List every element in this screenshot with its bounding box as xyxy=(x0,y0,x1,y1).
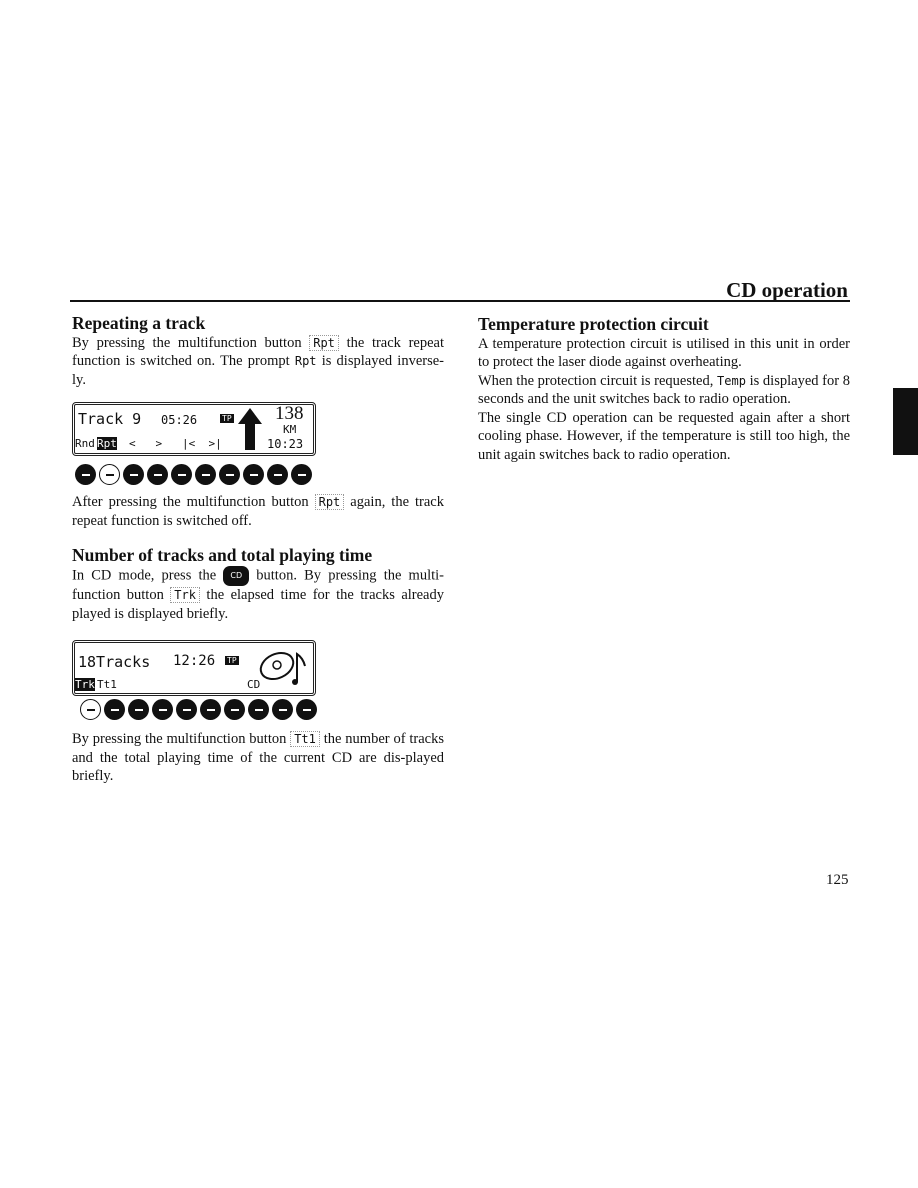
paragraph: After pressing the multifunction button … xyxy=(72,494,444,529)
mf-button-8[interactable] xyxy=(243,464,264,485)
mf-button-3[interactable] xyxy=(128,699,149,720)
left-column: Repeating a track By pressing the multif… xyxy=(72,314,444,389)
heading-repeating-track: Repeating a track xyxy=(72,313,206,333)
mf-button-1[interactable] xyxy=(80,699,101,720)
left-column-2: After pressing the multifunction button … xyxy=(72,493,444,623)
heading-number-of-tracks: Number of tracks and total playing time xyxy=(72,545,373,565)
mf-button-3[interactable] xyxy=(123,464,144,485)
arrow-up-icon xyxy=(238,408,262,450)
paragraph: By pressing the multifunction button Rpt… xyxy=(72,334,445,388)
lcd-display-repeat: Track 9 05:26 TP 138 KM 10:23 Rnd Rpt < … xyxy=(72,402,316,456)
paragraph: By pressing the multifunction button Tt1… xyxy=(72,731,444,784)
cd-button-icon: CD xyxy=(223,565,250,586)
multifunction-buttons xyxy=(75,464,312,485)
cd-music-icon xyxy=(259,651,306,685)
mf-button-2[interactable] xyxy=(104,699,125,720)
rpt-button-ref: Rpt xyxy=(309,334,339,351)
mf-button-4[interactable] xyxy=(152,699,173,720)
paragraph: When the protection circuit is requested… xyxy=(478,372,850,408)
mf-button-10[interactable] xyxy=(291,464,312,485)
heading-temperature-protection: Temperature protection circuit xyxy=(478,314,709,334)
left-column-3: By pressing the multifunction button Tt1… xyxy=(72,730,444,786)
mf-button-5[interactable] xyxy=(171,464,192,485)
mf-button-6[interactable] xyxy=(200,699,221,720)
chapter-tab-marker xyxy=(893,388,918,455)
paragraph: A temperature protection circuit is util… xyxy=(478,335,850,371)
multifunction-buttons-2 xyxy=(80,699,317,720)
mf-button-7[interactable] xyxy=(219,464,240,485)
paragraph: The single CD operation can be requested… xyxy=(478,409,850,463)
mf-button-9[interactable] xyxy=(267,464,288,485)
page-number: 125 xyxy=(826,872,849,888)
right-column: Temperature protection circuit A tempera… xyxy=(478,315,850,464)
mf-button-7[interactable] xyxy=(224,699,245,720)
mf-button-10[interactable] xyxy=(296,699,317,720)
mf-button-4[interactable] xyxy=(147,464,168,485)
mf-button-6[interactable] xyxy=(195,464,216,485)
mf-button-1[interactable] xyxy=(75,464,96,485)
tp-indicator: TP xyxy=(220,414,234,423)
mf-button-8[interactable] xyxy=(248,699,269,720)
lcd-display-tracks: 18Tracks 12:26 TP Trk Tt1 CD xyxy=(72,640,316,696)
paragraph: In CD mode, press the CD button. By pres… xyxy=(72,565,445,622)
manual-page: CD operation Repeating a track By pressi… xyxy=(0,0,918,1188)
mf-button-2[interactable] xyxy=(99,464,120,485)
mf-button-9[interactable] xyxy=(272,699,293,720)
mf-button-5[interactable] xyxy=(176,699,197,720)
header-rule xyxy=(70,300,850,302)
